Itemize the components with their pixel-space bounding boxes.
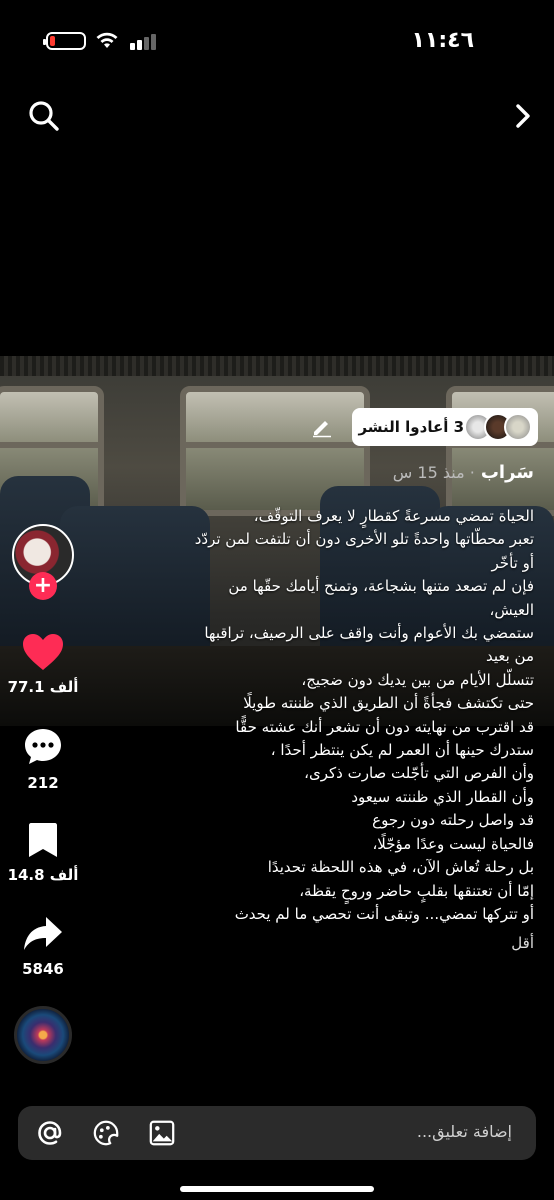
post-time: · منذ 15 س: [392, 463, 475, 482]
caption-line: تعبر محطّاتها واحدةً تلو الأخرى دون أن ت…: [194, 530, 534, 549]
post-author-line: سَراب · منذ 15 س: [393, 462, 534, 483]
caption-line: العيش،: [489, 600, 534, 619]
caption-line: وأن الفرص التي تأجّلت صارت ذكرى،: [304, 764, 534, 783]
caption-line: فإن لم تصعد متنها بشجاعة، وتمنح أيامك حق…: [228, 577, 534, 596]
music-disc[interactable]: [14, 1006, 72, 1064]
comment-count: 212: [27, 774, 59, 792]
battery-icon: [43, 32, 86, 50]
caption-line: حتى تكتشف فجأةً أن الطريق الذي ظننته طوي…: [243, 694, 534, 713]
caption-line: إمّا أن تعتنقها بقلبٍ حاضر وروحٍ يقظة،: [299, 881, 534, 900]
repost-avatars: [464, 413, 532, 441]
share-icon: [24, 917, 62, 950]
caption-line: أو تأخّر: [491, 553, 534, 572]
caption-line: من بعيد: [485, 647, 534, 666]
follow-plus-icon[interactable]: +: [29, 572, 57, 600]
caption-line: فالحياة ليست وعدًا مؤجّلًا،: [372, 834, 534, 853]
post-caption: الحياة تمضي مسرعةً كقطارٍ لا يعرف التوقّ…: [134, 505, 534, 956]
caption-line: بل رحلة تُعاش الآن، في هذه اللحظة تحديدً…: [267, 858, 534, 877]
chevron-right-icon[interactable]: [502, 96, 542, 136]
caption-line: تتسلّل الأيام من بين يديك دون ضجيج،: [301, 670, 534, 689]
comment-bar[interactable]: إضافة تعليق...: [18, 1106, 536, 1160]
heart-icon: [23, 634, 63, 670]
save-button[interactable]: 14.8 ألف: [8, 820, 78, 884]
image-icon[interactable]: [148, 1119, 176, 1147]
signal-icon: [130, 32, 160, 50]
caption-line: الحياة تمضي مسرعةً كقطارٍ لا يعرف التوقّ…: [253, 507, 534, 525]
repost-badge[interactable]: 3 أعادوا النشر: [352, 408, 538, 446]
status-bar: ١١:٤٦: [0, 0, 554, 80]
mention-icon[interactable]: [36, 1119, 64, 1147]
comment-input[interactable]: إضافة تعليق...: [417, 1122, 512, 1141]
caption-line: أو تتركها تمضي... وتبقى أنت تحصي ما لم ي…: [234, 904, 534, 923]
caption-line: ستدرك حينها أن العمر لم يكن ينتظر أحدًا …: [270, 741, 534, 760]
share-count: 5846: [22, 960, 64, 978]
wifi-icon: [96, 32, 118, 48]
edit-icon[interactable]: [310, 414, 334, 438]
caption-line: وأن القطار الذي ظننته سيعود: [351, 787, 534, 806]
caption-line: قد اقترب من نهايته دون أن تشعر أنك عشته …: [235, 717, 534, 736]
share-button[interactable]: 5846: [8, 914, 78, 978]
comment-icon: [25, 729, 61, 764]
repost-label: 3 أعادوا النشر: [358, 418, 464, 436]
caption-line: ستمضي بك الأعوام وأنت واقف على الرصيف، ت…: [204, 624, 534, 643]
home-indicator: [180, 1186, 374, 1192]
repost-avatar: [504, 413, 532, 441]
search-icon[interactable]: [24, 96, 64, 136]
emoji-icon[interactable]: [92, 1119, 120, 1147]
like-count: 77.1 ألف: [7, 678, 79, 696]
bookmark-icon: [29, 823, 57, 857]
status-time: ١١:٤٦: [411, 28, 474, 53]
like-button[interactable]: 77.1 ألف: [8, 632, 78, 696]
author-name[interactable]: سَراب: [481, 462, 534, 483]
save-count: 14.8 ألف: [7, 866, 79, 884]
less-button[interactable]: أقل: [134, 932, 534, 955]
caption-line: قد واصل رحلته دون رجوع: [372, 811, 534, 830]
comment-button[interactable]: 212: [8, 726, 78, 792]
